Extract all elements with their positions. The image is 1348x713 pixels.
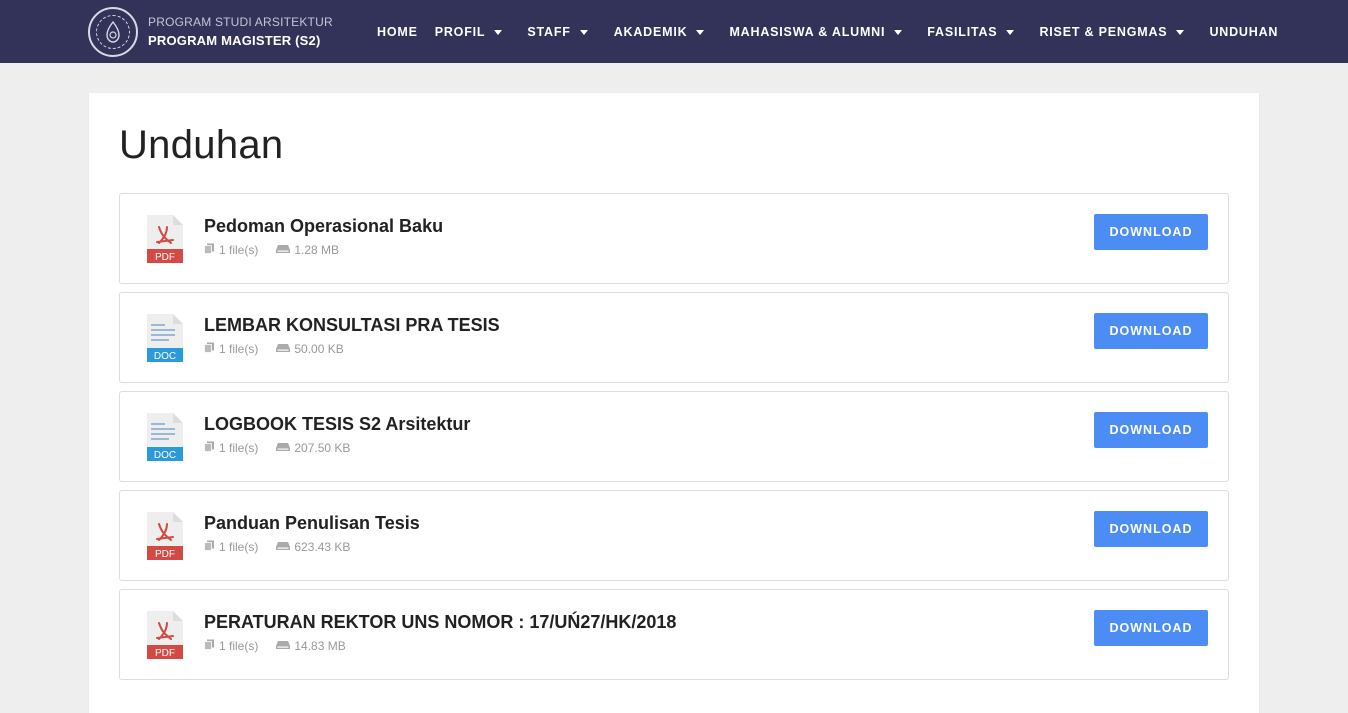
download-meta: 1 file(s) 14.83 MB <box>204 639 346 653</box>
nav-fasilitas-label: FASILITAS <box>927 24 998 39</box>
nav-akademik[interactable]: AKADEMIK <box>614 25 705 39</box>
hard-drive-icon <box>276 243 291 257</box>
pdf-file-icon: PDF <box>145 213 185 265</box>
download-button[interactable]: DOWNLOAD <box>1094 412 1208 448</box>
content-card: Unduhan PDF Pedoman Operasional Baku 1 fil… <box>89 93 1259 713</box>
svg-text:DOC: DOC <box>154 450 176 461</box>
nav-akademik-label: AKADEMIK <box>613 24 688 39</box>
download-item: PDF PERATURAN REKTOR UNS NOMOR : 17/UŃ27/… <box>119 589 1229 680</box>
download-button[interactable]: DOWNLOAD <box>1094 610 1208 646</box>
svg-text:PDF: PDF <box>155 648 175 659</box>
svg-text:DOC: DOC <box>154 351 176 362</box>
brand-title: PROGRAM MAGISTER (S2) <box>148 32 321 48</box>
caret-down-icon <box>696 29 705 35</box>
download-title[interactable]: PERATURAN REKTOR UNS NOMOR : 17/UŃ27/HK/… <box>204 612 676 633</box>
svg-text:PDF: PDF <box>155 549 175 560</box>
doc-file-icon: DOC <box>145 411 185 463</box>
caret-down-icon <box>1006 29 1015 35</box>
download-title[interactable]: LEMBAR KONSULTASI PRA TESIS <box>204 315 500 336</box>
file-count: 1 file(s) <box>219 540 259 554</box>
file-count: 1 file(s) <box>219 639 259 653</box>
nav-unduhan-label: UNDUHAN <box>1209 24 1279 39</box>
file-size: 50.00 KB <box>294 342 344 356</box>
nav-profil-label: PROFIL <box>434 24 486 39</box>
download-meta: 1 file(s) 623.43 KB <box>204 540 350 554</box>
download-title[interactable]: LOGBOOK TESIS S2 Arsitektur <box>204 414 470 435</box>
pdf-file-icon: PDF <box>145 609 185 661</box>
file-count: 1 file(s) <box>219 243 259 257</box>
download-item: PDF Panduan Penulisan Tesis 1 file(s) 623.4… <box>119 490 1229 581</box>
download-title[interactable]: Panduan Penulisan Tesis <box>204 513 420 534</box>
nav-unduhan[interactable]: UNDUHAN <box>1209 25 1278 39</box>
page-title: Unduhan <box>119 123 284 167</box>
files-icon <box>204 441 215 455</box>
hard-drive-icon <box>276 540 291 554</box>
brand-subtitle: PROGRAM STUDI ARSITEKTUR <box>148 14 333 29</box>
nav-mahasiswa-alumni[interactable]: MAHASISWA & ALUMNI <box>729 24 903 39</box>
nav-riset-pengmas[interactable]: RISET & PENGMAS <box>1039 24 1185 39</box>
download-meta: 1 file(s) 207.50 KB <box>204 441 350 455</box>
download-item: DOC LOGBOOK TESIS S2 Arsitektur 1 file(s) 2… <box>119 391 1229 482</box>
download-item: PDF Pedoman Operasional Baku 1 file(s) 1.28… <box>119 193 1229 284</box>
files-icon <box>204 639 215 653</box>
university-seal-icon <box>88 7 138 57</box>
file-size: 1.28 MB <box>294 243 340 257</box>
pdf-file-icon: PDF <box>145 510 185 562</box>
nav-profil[interactable]: PROFIL <box>435 25 503 39</box>
nav-fasilitas[interactable]: FASILITAS <box>927 24 1015 39</box>
nav-mahasiswa-alumni-label: MAHASISWA & ALUMNI <box>729 24 886 39</box>
download-item: DOC LEMBAR KONSULTASI PRA TESIS 1 file(s) 5… <box>119 292 1229 383</box>
download-button[interactable]: DOWNLOAD <box>1094 214 1208 250</box>
hard-drive-icon <box>276 639 291 653</box>
nav-staff-label: STAFF <box>527 24 571 39</box>
site-header: PROGRAM STUDI ARSITEKTUR PROGRAM MAGISTE… <box>0 0 1348 63</box>
site-brand[interactable]: PROGRAM STUDI ARSITEKTUR PROGRAM MAGISTE… <box>88 7 333 57</box>
hard-drive-icon <box>276 342 291 356</box>
nav-home[interactable]: HOME <box>377 25 418 39</box>
caret-down-icon <box>894 29 903 35</box>
files-icon <box>204 342 215 356</box>
nav-staff[interactable]: STAFF <box>527 24 588 39</box>
files-icon <box>204 540 215 554</box>
download-meta: 1 file(s) 1.28 MB <box>204 243 339 257</box>
hard-drive-icon <box>276 441 291 455</box>
file-count: 1 file(s) <box>219 342 259 356</box>
download-button[interactable]: DOWNLOAD <box>1094 313 1208 349</box>
caret-down-icon <box>579 29 588 35</box>
download-button[interactable]: DOWNLOAD <box>1094 511 1208 547</box>
nav-home-label: HOME <box>377 24 418 39</box>
file-size: 207.50 KB <box>294 441 351 455</box>
file-size: 14.83 MB <box>294 639 346 653</box>
caret-down-icon <box>1176 29 1185 35</box>
caret-down-icon <box>494 29 503 35</box>
files-icon <box>204 243 215 257</box>
main-nav: HOME PROFIL STAFF AKADEMIK MAHASISWA & A… <box>377 0 1278 63</box>
doc-file-icon: DOC <box>145 312 185 364</box>
download-title[interactable]: Pedoman Operasional Baku <box>204 216 443 237</box>
file-size: 623.43 KB <box>294 540 351 554</box>
file-count: 1 file(s) <box>219 441 259 455</box>
download-meta: 1 file(s) 50.00 KB <box>204 342 344 356</box>
svg-text:PDF: PDF <box>155 252 175 263</box>
nav-riset-pengmas-label: RISET & PENGMAS <box>1039 24 1168 39</box>
